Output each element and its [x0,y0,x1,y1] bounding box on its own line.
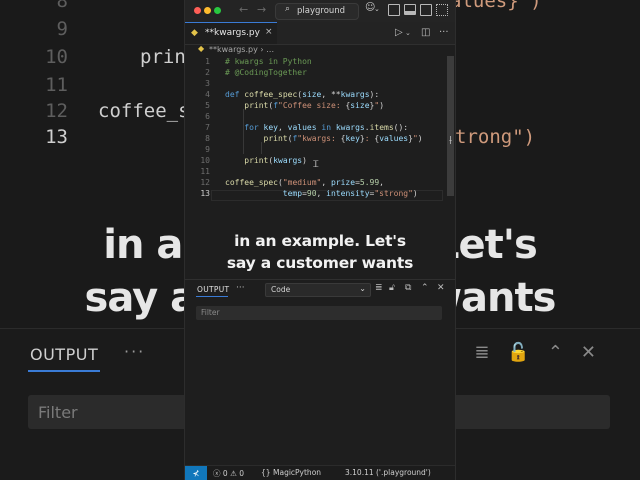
output-filter-input[interactable]: Filter [196,306,442,320]
lock-icon[interactable]: 🔓︎ [389,283,395,293]
line-number: 2 [205,68,210,77]
background-more-icon: ··· [124,342,146,361]
caption-line-1: in an example. Let's [234,232,406,250]
line-number: 11 [200,167,210,176]
toggle-panel-icon[interactable] [404,4,416,15]
output-channel-value: Code [271,285,291,294]
command-center-search[interactable]: ⌕ playground [275,3,359,20]
minimize-window-button[interactable] [204,7,211,14]
toggle-secondary-sidebar-icon[interactable] [420,4,432,16]
run-icon[interactable]: ▷ [395,27,403,38]
filter-placeholder: Filter [201,308,220,317]
bg-code-text: prin [140,46,186,68]
search-label: playground [297,6,346,16]
background-filter-placeholder: Filter [38,403,78,422]
bg-line-number: 13 [45,126,68,148]
python-file-icon: ◆ [198,44,205,53]
bg-line-number: 11 [45,74,68,96]
line-number: 12 [200,178,210,187]
line-number: 4 [205,90,210,99]
problems-indicator[interactable]: ⓧ 0 ⚠ 0 [213,468,244,479]
close-tab-icon[interactable]: × [265,27,273,37]
back-arrow-icon[interactable]: ← [239,3,248,16]
indent-guide [261,142,262,154]
code-line: temp=90, intensity="strong") [282,189,418,198]
sash-handle-icon[interactable]: ⟊ [449,133,452,148]
line-number: 7 [205,123,210,132]
background-output-underline [28,370,100,372]
vertical-scrollbar[interactable] [447,56,454,196]
tab-kwargs-py[interactable]: ◆ **kwargs.py × [185,22,277,44]
code-line: for key, values in kwargs.items(): [244,123,409,132]
bg-line-number: 10 [45,46,68,68]
more-actions-icon[interactable]: ··· [439,27,449,38]
maximize-window-button[interactable] [214,7,221,14]
status-bar: ⊀ ⓧ 0 ⚠ 0 {} MagicPython 3.10.11 ('.play… [185,465,455,480]
code-editor[interactable]: 1 # kwargs in Python 2 # @CodingTogether 3 4 d… [185,56,445,206]
output-channel-select[interactable]: Code ⌄ [265,283,371,297]
chevron-down-icon[interactable]: ⌄ [374,5,380,13]
breadcrumb-file-label: **kwargs.py [209,45,258,54]
breadcrumb-more: … [266,45,275,54]
editor-window: ← → ⌕ playground ☺ ⌄ ◆ **kwargs.py × ▷ ⌄… [185,0,455,480]
braces-icon[interactable]: {} [261,468,271,477]
close-window-button[interactable] [194,7,201,14]
caption-line-2: say a customer wants [226,254,414,272]
breadcrumb-separator: › [260,45,264,54]
line-number: 1 [205,57,210,66]
line-number: 8 [205,134,210,143]
customize-layout-icon[interactable] [436,4,448,16]
code-line: print(kwargs) [244,156,307,165]
bg-code-text: alues}") [450,0,542,12]
indent-guide [243,131,244,143]
background-panel-icons: ≣🔓⌃✕ [474,342,614,363]
warning-icon: ⚠ [230,469,237,478]
panel-more-icon[interactable]: ··· [236,283,245,293]
clear-output-icon[interactable]: ⧉ [405,283,411,293]
tab-bar: ◆ **kwargs.py × ▷ ⌄ ◫ ··· [185,22,455,45]
line-number: 3 [205,79,210,88]
bg-line-number: 9 [56,18,68,40]
maximize-panel-icon[interactable]: ⌃ [421,283,429,293]
warning-count: 0 [239,469,244,478]
bg-line-number: 12 [45,100,68,122]
code-line: print(f"kwargs: {key}: {values}") [263,134,423,143]
python-file-icon: ◆ [191,28,198,38]
code-line: def coffee_spec(size, **kwargs): [225,90,380,99]
remote-indicator-icon[interactable]: ⊀ [185,466,207,480]
forward-arrow-icon[interactable]: → [257,3,266,16]
line-number: 5 [205,101,210,110]
code-line: # kwargs in Python [225,57,312,66]
tab-label: **kwargs.py [205,28,260,38]
code-line: # @CodingTogether [225,68,307,77]
line-number: 10 [200,156,210,165]
title-bar: ← → ⌕ playground ☺ ⌄ [185,0,455,22]
active-tab-underline [196,296,228,297]
bg-line-number: 8 [56,0,68,12]
python-interpreter[interactable]: 3.10.11 ('.playground') [345,468,431,477]
tab-output[interactable]: OUTPUT [197,285,229,294]
list-filter-icon[interactable]: ≣ [375,283,383,293]
line-number: 6 [205,112,210,121]
chevron-down-icon: ⌄ [359,284,366,293]
search-icon: ⌕ [285,4,291,14]
code-line: print(f"Coffee size: {size}") [244,101,385,110]
error-icon: ⓧ [213,469,221,478]
text-cursor-icon: Ꮖ [313,160,319,170]
line-number: 13 [200,189,210,198]
toggle-sidebar-icon[interactable] [388,4,400,16]
split-editor-icon[interactable]: ◫ [421,27,430,38]
background-output-label: OUTPUT [30,345,99,364]
code-line: coffee_spec("medium", prize=5.99, [225,178,384,187]
language-mode[interactable]: MagicPython [273,468,321,477]
error-count: 0 [222,469,228,478]
run-chevron-down-icon[interactable]: ⌄ [405,29,411,37]
line-number: 9 [205,145,210,154]
breadcrumb: ◆ **kwargs.py › … [185,44,455,56]
output-panel: OUTPUT ··· Code ⌄ ≣ 🔓︎ ⧉ ⌃ ✕ Filter [185,279,455,465]
close-panel-icon[interactable]: ✕ [437,283,445,293]
bg-code-text: trong") [455,126,536,148]
breadcrumb-file[interactable]: **kwargs.py › … [209,45,274,54]
